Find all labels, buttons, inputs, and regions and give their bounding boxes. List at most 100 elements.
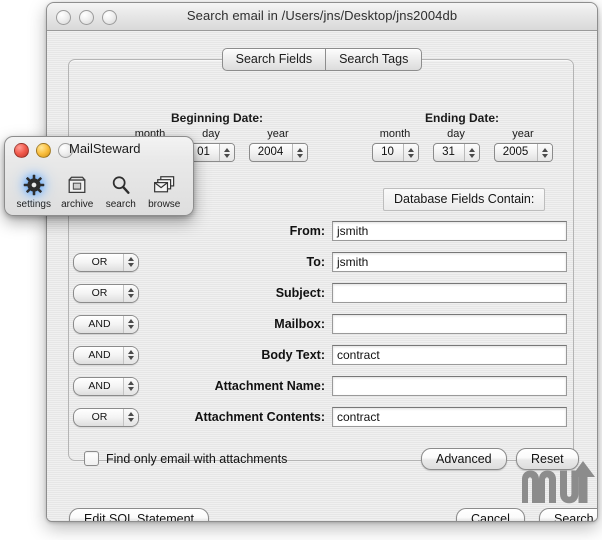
search-button[interactable]: Search bbox=[539, 508, 597, 521]
ending-month-value: 10 bbox=[381, 146, 394, 158]
beginning-year-arrows[interactable] bbox=[291, 144, 307, 161]
operator-value-attachment-contents: OR bbox=[91, 411, 108, 424]
arrow-down-icon[interactable] bbox=[128, 387, 134, 392]
palette-minimize-button[interactable] bbox=[36, 143, 51, 158]
from-input[interactable]: jsmith bbox=[332, 221, 567, 241]
arrow-down-icon[interactable] bbox=[128, 356, 134, 361]
arrow-up-icon[interactable] bbox=[128, 381, 134, 386]
operator-select-body-text[interactable]: AND bbox=[73, 345, 139, 365]
ending-year-arrows[interactable] bbox=[536, 144, 552, 161]
tab-search-tags[interactable]: Search Tags bbox=[325, 48, 423, 71]
body-text-input[interactable]: contract bbox=[332, 345, 567, 365]
attachments-only-label: Find only email with attachments bbox=[106, 451, 288, 466]
magnifier-icon[interactable] bbox=[99, 172, 143, 198]
reset-button[interactable]: Reset bbox=[516, 448, 579, 470]
arrow-up-icon[interactable] bbox=[128, 319, 134, 324]
from-label: From: bbox=[289, 224, 325, 238]
beginning-year-label: year bbox=[267, 128, 289, 140]
palette-close-button[interactable] bbox=[14, 143, 29, 158]
arrow-up-icon[interactable] bbox=[296, 147, 303, 152]
arrow-up-icon[interactable] bbox=[128, 288, 134, 293]
attachments-only-checkbox-row[interactable]: Find only email with attachments bbox=[84, 451, 287, 466]
cancel-button[interactable]: Cancel bbox=[456, 508, 525, 521]
arrow-down-icon[interactable] bbox=[128, 325, 134, 330]
operator-value-subject: OR bbox=[91, 287, 108, 300]
attachment-name-input[interactable] bbox=[332, 376, 567, 396]
arrow-down-icon[interactable] bbox=[223, 153, 230, 158]
ending-year-value: 2005 bbox=[502, 146, 529, 158]
attachment-contents-input[interactable]: contract bbox=[332, 407, 567, 427]
arrow-up-icon[interactable] bbox=[468, 147, 475, 152]
operator-value-attachment-name: AND bbox=[88, 380, 111, 393]
ending-month-label: month bbox=[379, 128, 411, 140]
field-row-subject: OR Subject: bbox=[73, 283, 567, 303]
ending-date-block: Ending Date: month 10 day 31 year 2005 bbox=[352, 111, 572, 162]
beginning-year-value: 2004 bbox=[257, 146, 284, 158]
palette-titlebar[interactable]: MailSteward bbox=[5, 137, 193, 162]
arrow-down-icon[interactable] bbox=[468, 153, 475, 158]
arrow-up-icon[interactable] bbox=[128, 350, 134, 355]
window-body: Search Fields Search Tags Beginning Date… bbox=[47, 31, 597, 521]
toolbar-item-settings[interactable]: settings bbox=[12, 172, 56, 210]
operator-select-subject[interactable]: OR bbox=[73, 283, 139, 303]
operator-value-to: OR bbox=[91, 256, 108, 269]
gear-icon[interactable] bbox=[12, 172, 56, 198]
beginning-day-arrows[interactable] bbox=[218, 144, 234, 161]
operator-arrows-attachment-contents[interactable] bbox=[123, 408, 138, 426]
operator-select-attachment-name[interactable]: AND bbox=[73, 376, 139, 396]
operator-arrows-body-text[interactable] bbox=[123, 346, 138, 364]
operator-slot-body-text: AND bbox=[73, 345, 153, 365]
arrow-down-icon[interactable] bbox=[407, 153, 414, 158]
ending-year-stepper[interactable]: 2005 bbox=[493, 143, 553, 162]
ending-month-arrows[interactable] bbox=[402, 144, 418, 161]
attachment-name-label: Attachment Name: bbox=[214, 379, 325, 393]
body-text-label: Body Text: bbox=[261, 348, 325, 362]
toolbar-item-search[interactable]: search bbox=[99, 172, 143, 210]
toolbar-item-archive[interactable]: archive bbox=[56, 172, 100, 210]
ending-day-arrows[interactable] bbox=[463, 144, 479, 161]
operator-arrows-mailbox[interactable] bbox=[123, 315, 138, 333]
beginning-year-stepper[interactable]: 2004 bbox=[248, 143, 308, 162]
to-label: To: bbox=[306, 255, 325, 269]
arrow-down-icon[interactable] bbox=[541, 153, 548, 158]
arrow-down-icon[interactable] bbox=[128, 294, 134, 299]
ending-month-stepper[interactable]: 10 bbox=[371, 143, 419, 162]
operator-slot-attachment-name: AND bbox=[73, 376, 153, 396]
palette-traffic-lights bbox=[14, 143, 73, 158]
toolbar-label-browse: browse bbox=[148, 199, 181, 210]
window-title: Search email in /Users/jns/Desktop/jns20… bbox=[186, 8, 458, 23]
arrow-up-icon[interactable] bbox=[541, 147, 548, 152]
arrow-up-icon[interactable] bbox=[223, 147, 230, 152]
arrow-up-icon[interactable] bbox=[128, 412, 134, 417]
advanced-button[interactable]: Advanced bbox=[421, 448, 507, 470]
beginning-date-title: Beginning Date: bbox=[171, 111, 263, 125]
to-input[interactable]: jsmith bbox=[332, 252, 567, 272]
operator-select-mailbox[interactable]: AND bbox=[73, 314, 139, 334]
operator-arrows-subject[interactable] bbox=[123, 284, 138, 302]
archive-box-icon[interactable] bbox=[56, 172, 100, 198]
operator-select-attachment-contents[interactable]: OR bbox=[73, 407, 139, 427]
arrow-up-icon[interactable] bbox=[128, 257, 134, 262]
beginning-year-col: year 2004 bbox=[248, 128, 308, 162]
attachments-only-checkbox[interactable] bbox=[84, 451, 99, 466]
envelopes-icon[interactable] bbox=[143, 172, 187, 198]
toolbar-label-settings: settings bbox=[16, 199, 51, 210]
operator-select-to[interactable]: OR bbox=[73, 252, 139, 272]
database-fields-contain-header: Database Fields Contain: bbox=[383, 188, 546, 211]
beginning-day-stepper[interactable]: 01 bbox=[187, 143, 235, 162]
toolbar-label-search: search bbox=[105, 199, 136, 210]
arrow-up-icon[interactable] bbox=[407, 147, 414, 152]
arrow-down-icon[interactable] bbox=[296, 153, 303, 158]
operator-arrows-attachment-name[interactable] bbox=[123, 377, 138, 395]
arrow-down-icon[interactable] bbox=[128, 418, 134, 423]
arrow-down-icon[interactable] bbox=[128, 263, 134, 268]
tab-search-fields[interactable]: Search Fields bbox=[221, 48, 326, 71]
window-titlebar[interactable]: Search email in /Users/jns/Desktop/jns20… bbox=[47, 3, 597, 31]
operator-slot-subject: OR bbox=[73, 283, 153, 303]
toolbar-item-browse[interactable]: browse bbox=[143, 172, 187, 210]
mailbox-input[interactable] bbox=[332, 314, 567, 334]
edit-sql-statement-button[interactable]: Edit SQL Statement bbox=[69, 508, 210, 521]
subject-input[interactable] bbox=[332, 283, 567, 303]
operator-arrows-to[interactable] bbox=[123, 253, 138, 271]
ending-day-stepper[interactable]: 31 bbox=[432, 143, 480, 162]
